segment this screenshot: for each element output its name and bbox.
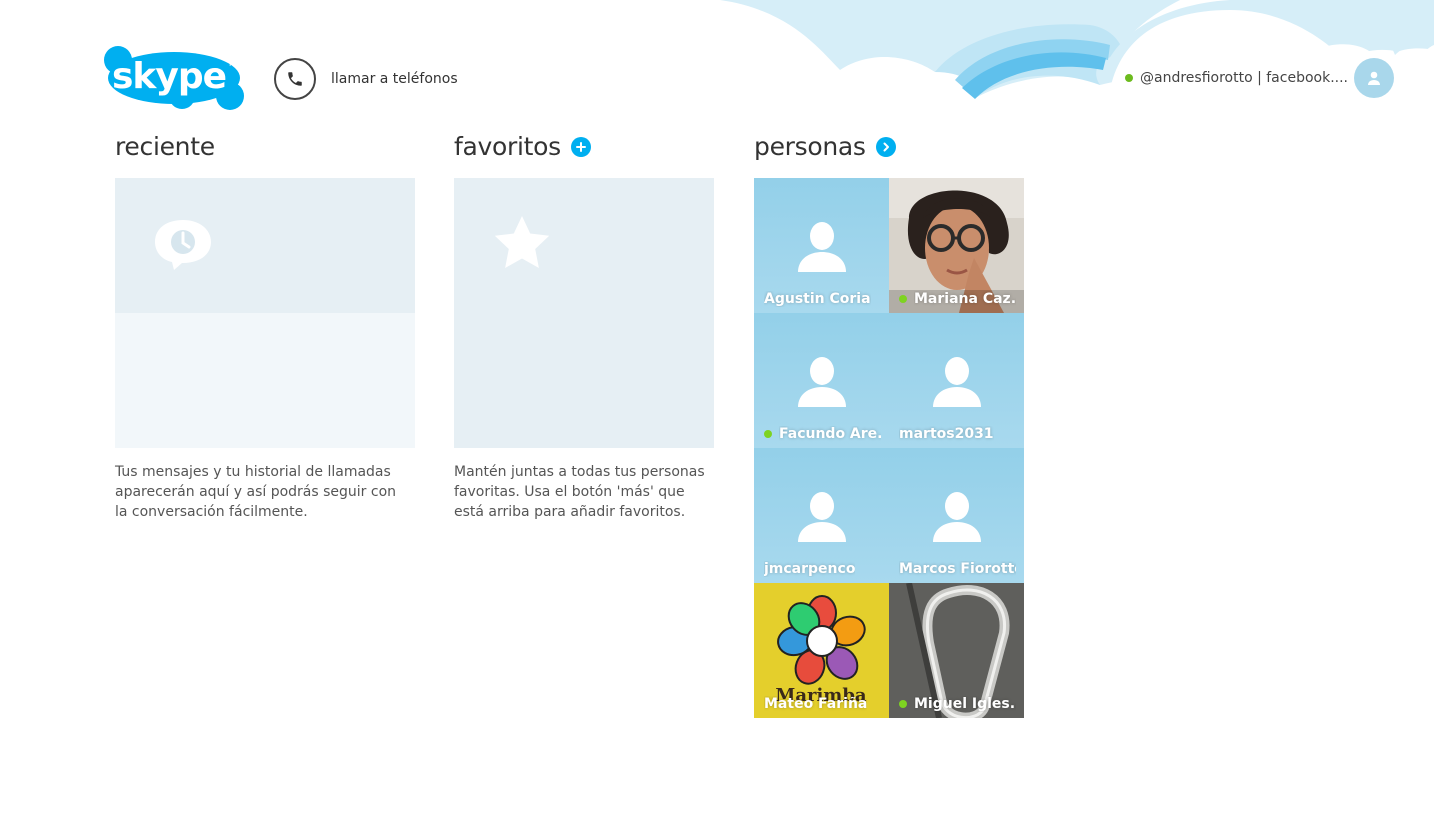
contact-tile[interactable]: Marimba Mateo Fariña	[754, 583, 889, 718]
online-status-icon	[899, 295, 907, 303]
recent-description: Tus mensajes y tu historial de llamadas …	[115, 464, 397, 520]
people-grid: Agustin Coria Mariana Caz... Facundo Are…	[754, 178, 1024, 718]
account-name: @andresfiorotto | facebook....	[1140, 70, 1348, 86]
online-status-icon	[1125, 74, 1133, 82]
svg-text:TM: TM	[227, 60, 238, 68]
online-status-icon	[764, 430, 772, 438]
contact-name: Facundo Are...	[779, 426, 881, 442]
contact-tile[interactable]: Miguel Igles...	[889, 583, 1024, 718]
default-avatar-icon	[798, 492, 846, 542]
svg-text:skype: skype	[112, 56, 226, 97]
contact-tile[interactable]: Facundo Are...	[754, 313, 889, 448]
contact-tile[interactable]: Agustin Coria	[754, 178, 889, 313]
contact-name: Miguel Igles...	[914, 696, 1016, 712]
contact-tile[interactable]: Marcos Fiorotto	[889, 448, 1024, 583]
people-section-title: personas	[754, 132, 896, 161]
favorites-description: Mantén juntas a todas tus personas favor…	[454, 464, 705, 520]
skype-logo[interactable]: skype TM	[104, 46, 244, 110]
recent-section-title: reciente	[115, 132, 215, 161]
favorites-placeholder-tile	[454, 178, 714, 448]
default-avatar-icon	[933, 492, 981, 542]
chevron-right-icon	[883, 142, 889, 151]
phone-icon	[274, 58, 316, 100]
user-icon	[1368, 71, 1380, 85]
call-phones-button[interactable]: llamar a teléfonos	[274, 58, 458, 100]
default-avatar-icon	[798, 357, 846, 407]
recent-history-icon	[155, 220, 211, 270]
contact-name: martos2031	[899, 426, 994, 442]
default-avatar-icon	[798, 222, 846, 272]
contact-name: Marcos Fiorotto	[899, 561, 1016, 577]
view-all-people-button[interactable]	[875, 136, 896, 157]
star-icon	[494, 216, 550, 268]
contact-name: Agustin Coria	[764, 291, 871, 307]
recent-placeholder-tile	[115, 178, 415, 448]
contact-tile[interactable]: jmcarpenco	[754, 448, 889, 583]
account-menu[interactable]: @andresfiorotto | facebook....	[1125, 58, 1394, 98]
account-avatar[interactable]	[1354, 58, 1394, 98]
plus-icon	[575, 141, 586, 152]
default-avatar-icon	[933, 357, 981, 407]
online-status-icon	[899, 700, 907, 708]
contact-tile[interactable]: Mariana Caz...	[889, 178, 1024, 313]
add-favorite-button[interactable]	[570, 136, 591, 157]
contact-name: Mariana Caz...	[914, 291, 1016, 307]
contact-tile[interactable]: martos2031	[889, 313, 1024, 448]
favorites-section-title: favoritos	[454, 132, 591, 161]
contact-name: Mateo Fariña	[764, 696, 868, 712]
contact-name: jmcarpenco	[764, 561, 856, 577]
call-phones-label: llamar a teléfonos	[331, 71, 458, 87]
